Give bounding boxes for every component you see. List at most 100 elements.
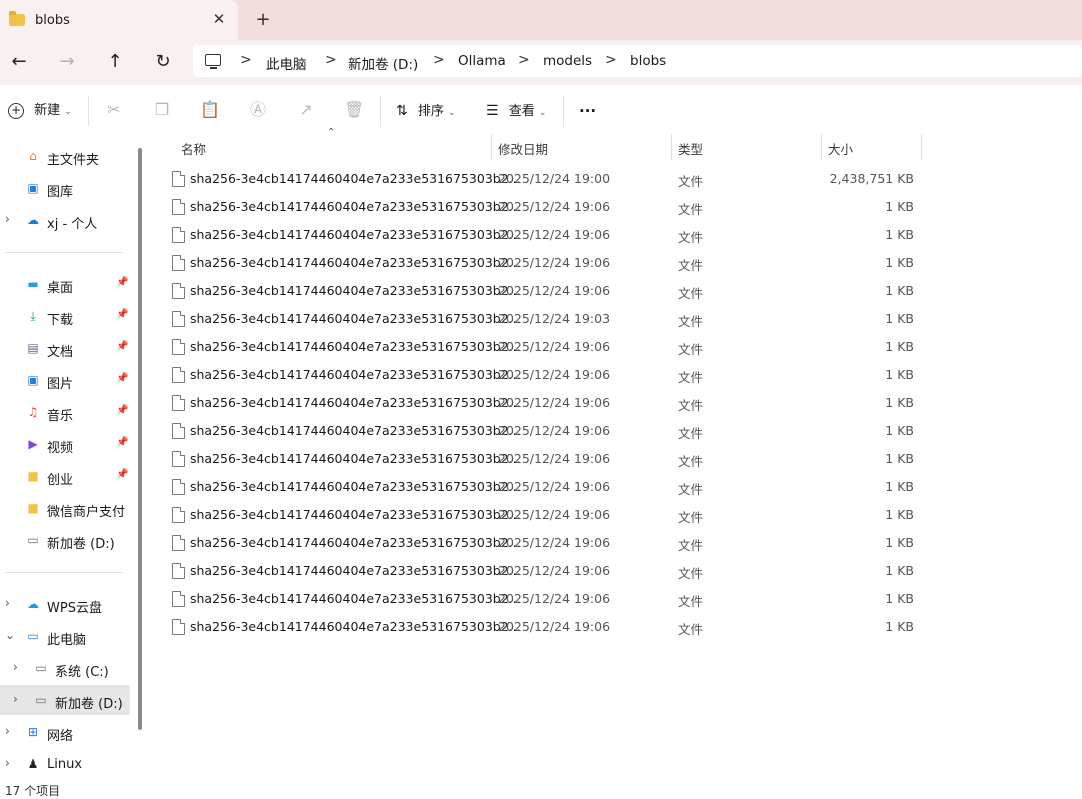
chevron-right-icon[interactable]: › xyxy=(13,692,18,706)
file-row[interactable]: sha256-3e4cb14174460404e7a233e531675303b… xyxy=(160,445,920,473)
sidebar-item-pictures[interactable]: ▣ 图片 📌 xyxy=(0,365,130,395)
forward-button[interactable]: → xyxy=(56,51,78,73)
column-header-size[interactable]: 大小 xyxy=(828,139,853,158)
sidebar-item-desktop[interactable]: ▬ 桌面 📌 xyxy=(0,269,130,299)
sidebar-item-label: 微信商户支付 xyxy=(47,505,126,520)
file-row[interactable]: sha256-3e4cb14174460404e7a233e531675303b… xyxy=(160,193,920,221)
pin-icon[interactable]: 📌 xyxy=(116,405,128,416)
folder-icon: ■ xyxy=(27,469,39,483)
breadcrumb-d-drive[interactable]: 新加卷 (D:) xyxy=(348,53,418,73)
file-row[interactable]: sha256-3e4cb14174460404e7a233e531675303b… xyxy=(160,277,920,305)
pin-icon[interactable]: 📌 xyxy=(116,277,128,288)
file-icon xyxy=(172,171,185,187)
chevron-right-icon[interactable]: › xyxy=(5,756,10,770)
close-tab-icon[interactable]: ✕ xyxy=(211,10,227,28)
cut-icon[interactable]: ✂ xyxy=(104,100,124,120)
sidebar-item-label: Linux xyxy=(47,757,83,772)
pin-icon[interactable]: 📌 xyxy=(116,469,128,480)
sidebar-item-downloads[interactable]: ⤓ 下载 📌 xyxy=(0,301,130,331)
chevron-right-icon[interactable]: › xyxy=(5,596,10,610)
sidebar-item-wps[interactable]: › ☁ WPS云盘 xyxy=(0,589,130,619)
sidebar-item-d-drive[interactable]: › ▭ 新加卷 (D:) xyxy=(0,685,130,715)
view-button[interactable]: ☰ 查看 ⌄ xyxy=(486,96,546,126)
more-options-button[interactable]: ··· xyxy=(579,96,596,126)
sidebar-item-onedrive[interactable]: › ☁ xj - 个人 xyxy=(0,205,130,235)
new-button[interactable]: + 新建 ⌄ xyxy=(8,96,72,126)
copy-icon[interactable]: ❐ xyxy=(152,100,172,120)
file-row[interactable]: sha256-3e4cb14174460404e7a233e531675303b… xyxy=(160,249,920,277)
column-divider[interactable] xyxy=(821,134,822,160)
pin-icon[interactable]: 📌 xyxy=(116,341,128,352)
sidebar-item-wechatpay[interactable]: ■ 微信商户支付 xyxy=(0,493,130,523)
file-date: 2025/12/24 19:06 xyxy=(498,339,611,354)
sidebar-item-label: 图库 xyxy=(47,185,74,200)
column-header-type[interactable]: 类型 xyxy=(678,139,703,158)
file-icon xyxy=(172,507,185,523)
sidebar-item-network[interactable]: › ⊞ 网络 xyxy=(0,717,130,747)
column-header-name[interactable]: 名称 xyxy=(181,139,206,158)
pin-icon[interactable]: 📌 xyxy=(116,309,128,320)
file-row[interactable]: sha256-3e4cb14174460404e7a233e531675303b… xyxy=(160,305,920,333)
file-type: 文件 xyxy=(678,482,704,497)
file-row[interactable]: sha256-3e4cb14174460404e7a233e531675303b… xyxy=(160,557,920,585)
refresh-button[interactable]: ↻ xyxy=(152,51,174,73)
new-label: 新建 xyxy=(34,103,61,118)
breadcrumb-separator[interactable]: > xyxy=(433,52,445,68)
file-row[interactable]: sha256-3e4cb14174460404e7a233e531675303b… xyxy=(160,389,920,417)
sidebar-item-c-drive[interactable]: › ▭ 系统 (C:) xyxy=(0,653,130,683)
file-row[interactable]: sha256-3e4cb14174460404e7a233e531675303b… xyxy=(160,473,920,501)
chevron-down-icon: ⌄ xyxy=(538,108,547,118)
sort-button[interactable]: ⇅ 排序 ⌄ xyxy=(396,96,456,126)
new-tab-button[interactable]: + xyxy=(254,9,272,30)
sidebar-scrollbar[interactable] xyxy=(138,148,142,730)
sidebar-item-d-drive-quick[interactable]: ▭ 新加卷 (D:) xyxy=(0,525,130,555)
file-row[interactable]: sha256-3e4cb14174460404e7a233e531675303b… xyxy=(160,361,920,389)
file-row[interactable]: sha256-3e4cb14174460404e7a233e531675303b… xyxy=(160,333,920,361)
column-divider[interactable] xyxy=(921,134,922,160)
sidebar-item-videos[interactable]: ▶ 视频 📌 xyxy=(0,429,130,459)
up-button[interactable]: ↑ xyxy=(104,51,126,73)
file-type: 文件 xyxy=(678,594,704,609)
tab-blobs[interactable]: blobs ✕ xyxy=(0,0,238,41)
file-size: 1 KB xyxy=(885,563,914,578)
breadcrumb-models[interactable]: models xyxy=(543,53,592,69)
chevron-right-icon[interactable]: › xyxy=(5,212,10,226)
column-divider[interactable] xyxy=(671,134,672,160)
file-size: 1 KB xyxy=(885,367,914,382)
column-header-date[interactable]: 修改日期 xyxy=(498,139,548,158)
delete-icon[interactable]: 🗑 xyxy=(344,100,364,120)
sidebar-item-chuangye[interactable]: ■ 创业 📌 xyxy=(0,461,130,491)
file-row[interactable]: sha256-3e4cb14174460404e7a233e531675303b… xyxy=(160,529,920,557)
chevron-right-icon[interactable]: › xyxy=(5,724,10,738)
pin-icon[interactable]: 📌 xyxy=(116,437,128,448)
file-row[interactable]: sha256-3e4cb14174460404e7a233e531675303b… xyxy=(160,585,920,613)
breadcrumb-separator[interactable]: > xyxy=(605,52,617,68)
breadcrumb-separator[interactable]: > xyxy=(240,52,252,68)
breadcrumb-blobs[interactable]: blobs xyxy=(630,53,666,69)
file-row[interactable]: sha256-3e4cb14174460404e7a233e531675303b… xyxy=(160,221,920,249)
sidebar-item-home[interactable]: ⌂ 主文件夹 xyxy=(0,141,130,171)
chevron-down-icon[interactable]: ⌄ xyxy=(5,628,15,642)
file-row[interactable]: sha256-3e4cb14174460404e7a233e531675303b… xyxy=(160,165,920,193)
pin-icon[interactable]: 📌 xyxy=(116,373,128,384)
sidebar-item-this-pc[interactable]: ⌄ ▭ 此电脑 xyxy=(0,621,130,651)
sidebar-item-linux[interactable]: › ♟ Linux xyxy=(0,749,130,779)
sidebar-item-label: 创业 xyxy=(47,473,74,488)
share-icon[interactable]: ↗ xyxy=(296,100,316,120)
chevron-right-icon[interactable]: › xyxy=(13,660,18,674)
column-divider[interactable] xyxy=(491,134,492,160)
sidebar-item-gallery[interactable]: ▣ 图库 xyxy=(0,173,130,203)
back-button[interactable]: ← xyxy=(8,51,30,73)
breadcrumb-ollama[interactable]: Ollama xyxy=(458,53,506,69)
rename-icon[interactable]: Ⓐ xyxy=(248,100,268,120)
sidebar-item-music[interactable]: ♫ 音乐 📌 xyxy=(0,397,130,427)
paste-icon[interactable]: 📋 xyxy=(200,100,220,120)
breadcrumb-separator[interactable]: > xyxy=(518,52,530,68)
address-bar[interactable]: > 此电脑 > 新加卷 (D:) > Ollama > models > blo… xyxy=(193,45,1082,77)
sidebar-item-documents[interactable]: ▤ 文档 📌 xyxy=(0,333,130,363)
breadcrumb-this-pc[interactable]: 此电脑 xyxy=(266,53,307,73)
file-row[interactable]: sha256-3e4cb14174460404e7a233e531675303b… xyxy=(160,613,920,641)
file-row[interactable]: sha256-3e4cb14174460404e7a233e531675303b… xyxy=(160,417,920,445)
file-row[interactable]: sha256-3e4cb14174460404e7a233e531675303b… xyxy=(160,501,920,529)
breadcrumb-separator[interactable]: > xyxy=(325,52,337,68)
